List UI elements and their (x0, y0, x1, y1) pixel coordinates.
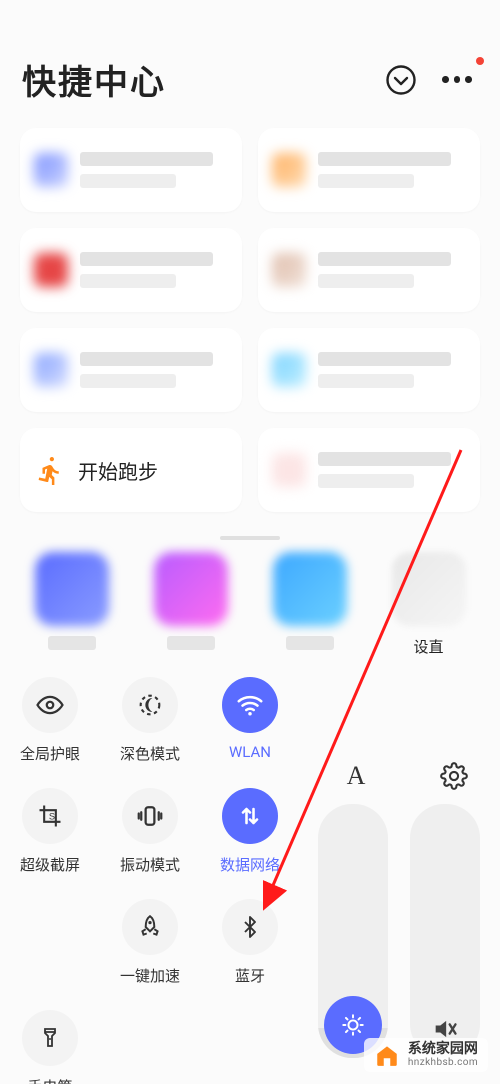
watermark-domain: hnzkhbsb.com (408, 1057, 478, 1068)
wifi-icon (235, 690, 265, 720)
notification-dot (476, 57, 484, 65)
card-icon (272, 253, 306, 287)
brightness-icon (340, 1012, 366, 1038)
toggle-eye-care[interactable]: 全局护眼 (0, 677, 100, 764)
toggle-wlan[interactable]: WLAN (200, 677, 300, 764)
shortcut-card[interactable] (20, 228, 242, 312)
toggle-label: 蓝牙 (235, 965, 265, 986)
toggle-flashlight[interactable]: 手电筒 (0, 1010, 100, 1084)
card-content (318, 152, 466, 188)
moon-icon (136, 691, 164, 719)
app-label-blur (286, 636, 334, 650)
app-icon (154, 552, 228, 626)
card-content (80, 152, 228, 188)
toggle-vibrate[interactable]: 振动模式 (100, 788, 200, 875)
app-label-blur (48, 636, 96, 650)
card-icon (34, 153, 68, 187)
gear-icon (440, 762, 468, 790)
toggle-label: 全局护眼 (20, 743, 80, 764)
toggle-label: 深色模式 (120, 743, 180, 764)
scissors-crop-icon: S (36, 802, 64, 830)
shortcut-card[interactable] (258, 328, 480, 412)
app-icon (273, 552, 347, 626)
toggle-dark-mode[interactable]: 深色模式 (100, 677, 200, 764)
bluetooth-icon (238, 915, 262, 939)
toggle-label: 数据网络 (220, 854, 280, 875)
data-arrows-icon (236, 802, 264, 830)
collapse-button[interactable] (380, 59, 422, 101)
card-icon (34, 353, 68, 387)
recent-app[interactable]: 设直 (379, 552, 478, 657)
card-content (80, 352, 228, 388)
toggle-label: 手电筒 (27, 1076, 72, 1084)
volume-slider[interactable] (410, 804, 480, 1058)
recent-app[interactable] (260, 552, 359, 657)
house-icon (374, 1042, 400, 1068)
card-icon (34, 253, 68, 287)
shortcut-card[interactable] (20, 328, 242, 412)
app-label-blur (167, 636, 215, 650)
toggle-label: 振动模式 (120, 854, 180, 875)
app-label: 设直 (413, 636, 443, 657)
card-content (318, 252, 466, 288)
recent-app[interactable] (141, 552, 240, 657)
toggle-mobile-data[interactable]: 数据网络 (200, 788, 300, 875)
sheet-handle[interactable] (220, 536, 280, 540)
recent-app[interactable] (22, 552, 121, 657)
card-content (80, 252, 228, 288)
card-icon (272, 453, 306, 487)
auto-brightness-button[interactable]: A (334, 754, 378, 798)
start-running-card[interactable]: 开始跑步 (20, 428, 242, 512)
auto-brightness-icon: A (347, 761, 366, 791)
page-title: 快捷中心 (22, 55, 380, 104)
watermark-name: 系统家园网 (408, 1042, 478, 1057)
app-icon (35, 552, 109, 626)
more-button[interactable] (436, 59, 478, 101)
toggle-bluetooth[interactable]: 蓝牙 (200, 899, 300, 986)
more-horizontal-icon (442, 76, 472, 83)
toggle-boost[interactable]: 一键加速 (100, 899, 200, 986)
shortcut-card[interactable] (258, 128, 480, 212)
app-icon (392, 552, 466, 626)
vibrate-icon (135, 801, 165, 831)
start-running-label: 开始跑步 (78, 456, 158, 485)
run-icon (34, 454, 66, 486)
card-content (318, 352, 466, 388)
card-icon (272, 153, 306, 187)
flashlight-icon (38, 1026, 62, 1050)
svg-text:S: S (49, 812, 55, 822)
toggle-label: WLAN (229, 743, 271, 761)
toggle-screenshot[interactable]: S 超级截屏 (0, 788, 100, 875)
settings-button[interactable] (432, 754, 476, 798)
toggle-label: 一键加速 (120, 965, 180, 986)
brightness-slider[interactable] (318, 804, 388, 1058)
toggle-label: 超级截屏 (20, 854, 80, 875)
watermark: 系统家园网 hnzkhbsb.com (364, 1038, 488, 1072)
eye-icon (35, 690, 65, 720)
shortcut-card[interactable] (258, 228, 480, 312)
shortcut-card[interactable] (20, 128, 242, 212)
shortcut-card[interactable] (258, 428, 480, 512)
card-content (318, 452, 466, 488)
rocket-icon (137, 914, 163, 940)
card-icon (272, 353, 306, 387)
chevron-circle-down-icon (385, 64, 417, 96)
